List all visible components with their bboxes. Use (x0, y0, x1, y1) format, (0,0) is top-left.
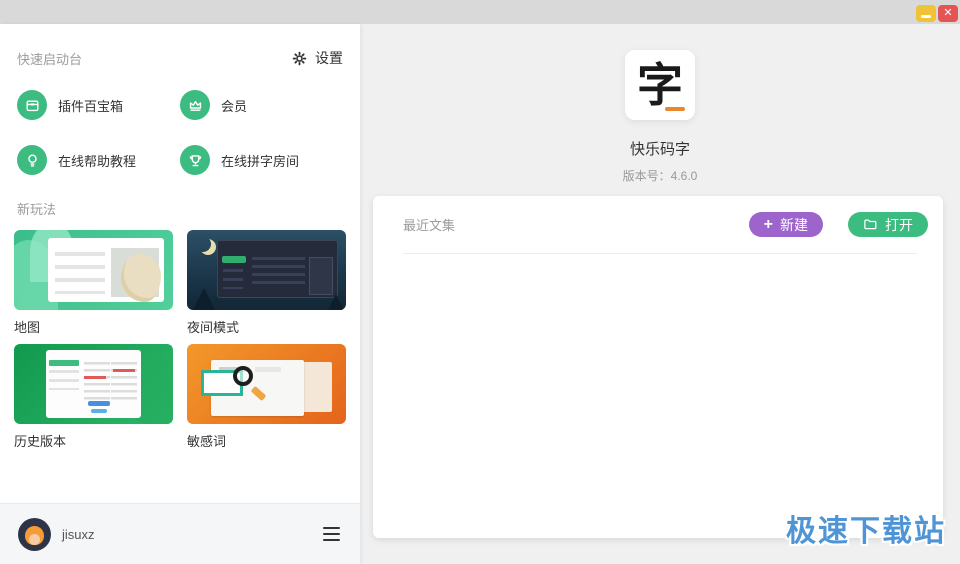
feature-label: 地图 (14, 320, 41, 335)
feature-night-mode[interactable]: 夜间模式 (187, 230, 346, 336)
crown-icon (180, 90, 210, 120)
folder-icon (864, 219, 877, 230)
moon-icon (195, 236, 211, 252)
recent-collections-title: 最近文集 (403, 218, 456, 233)
map-thumbnail (14, 230, 173, 310)
feature-map[interactable]: 地图 (14, 230, 173, 336)
new-collection-button[interactable]: + 新建 (748, 212, 823, 237)
feature-label: 历史版本 (14, 434, 67, 449)
sensitive-words-thumbnail (187, 344, 346, 424)
magnifier-icon (233, 366, 253, 386)
lightbulb-icon (17, 145, 47, 175)
settings-button[interactable]: 设置 (292, 48, 343, 68)
window-body: 快速启动台 设置 插件百宝箱 会员 在线帮助教程 在线拼字房间 新玩法 地图 夜… (0, 24, 960, 564)
app-logo: 字 (625, 50, 695, 120)
sidebar-header: 快速启动台 设置 (14, 48, 346, 68)
app-logo-glyph: 字 (637, 58, 683, 112)
minimize-button[interactable] (916, 5, 936, 22)
open-button-label: 打开 (885, 216, 913, 233)
night-mode-thumbnail (187, 230, 346, 310)
gear-icon (292, 51, 307, 65)
titlebar[interactable]: ✕ (0, 0, 960, 24)
app-window: ✕ 快速启动台 设置 插件百宝箱 会员 在线帮助教程 在线拼字房间 新玩法 地图… (0, 0, 960, 564)
quick-launch-title: 快速启动台 (17, 51, 83, 67)
watermark: 极速下载站 (786, 515, 946, 548)
user-bar: jisuxz (0, 503, 360, 564)
quick-item-label: 在线帮助教程 (58, 153, 137, 169)
main-panel: 字 快乐码字 版本号：4.6.0 最近文集 + 新建 打开 极速下载站 (360, 24, 960, 564)
open-collection-button[interactable]: 打开 (848, 212, 928, 237)
close-button[interactable]: ✕ (938, 5, 958, 22)
quick-item-member[interactable]: 会员 (180, 90, 343, 120)
recent-collections-empty-area (373, 254, 943, 538)
feature-history-versions[interactable]: 历史版本 (14, 344, 173, 450)
feature-label: 敏感词 (187, 434, 227, 449)
window-controls: ✕ (916, 5, 958, 22)
menu-icon[interactable] (321, 523, 342, 546)
feature-label: 夜间模式 (187, 320, 240, 335)
app-logo-dash (665, 107, 685, 111)
new-button-label: 新建 (780, 216, 808, 233)
app-version: 版本号：4.6.0 (622, 169, 698, 183)
plus-icon: + (763, 215, 773, 233)
card-actions: + 新建 打开 (748, 212, 928, 237)
close-icon: ✕ (943, 7, 953, 19)
sidebar: 快速启动台 设置 插件百宝箱 会员 在线帮助教程 在线拼字房间 新玩法 地图 夜… (0, 24, 360, 564)
quick-item-label: 插件百宝箱 (58, 98, 124, 114)
minimize-icon (921, 14, 931, 18)
quick-item-label: 会员 (221, 98, 248, 114)
feature-sensitive-words[interactable]: 敏感词 (187, 344, 346, 450)
quick-item-spelling-room[interactable]: 在线拼字房间 (180, 145, 343, 175)
recent-collections-card: 最近文集 + 新建 打开 (373, 196, 943, 538)
app-title: 快乐码字 (629, 141, 690, 158)
user-avatar[interactable] (18, 517, 51, 551)
quick-item-plugin-box[interactable]: 插件百宝箱 (17, 90, 180, 120)
new-features-title: 新玩法 (17, 202, 57, 217)
trophy-icon (180, 145, 210, 175)
card-header: 最近文集 + 新建 打开 (373, 196, 943, 253)
feature-grid: 地图 夜间模式 历史版本 敏感词 (14, 230, 346, 450)
quick-item-label: 在线拼字房间 (221, 153, 300, 169)
user-name: jisuxz (62, 526, 95, 542)
treasure-box-icon (17, 90, 47, 120)
quick-item-help[interactable]: 在线帮助教程 (17, 145, 180, 175)
history-versions-thumbnail (14, 344, 173, 424)
settings-label: 设置 (315, 50, 343, 66)
quick-launch-grid: 插件百宝箱 会员 在线帮助教程 在线拼字房间 (14, 90, 346, 175)
